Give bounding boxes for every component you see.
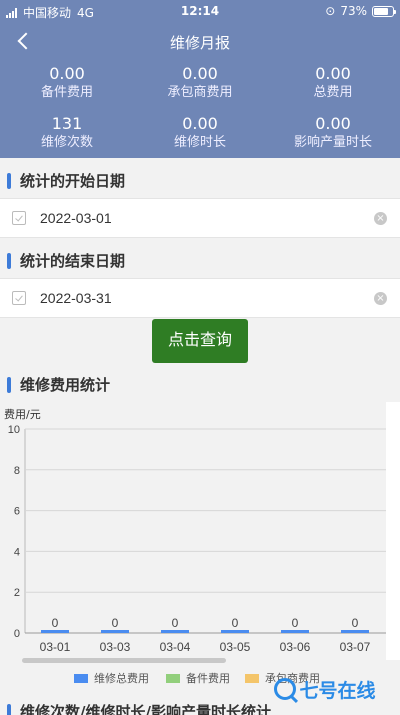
data-label: 0 <box>352 616 359 630</box>
clear-icon[interactable]: × <box>374 292 387 305</box>
stat-parts-cost: 0.00 备件费用 <box>0 64 134 102</box>
bar <box>101 630 129 633</box>
nav-bar: 维修月报 <box>0 26 400 58</box>
legend-swatch <box>166 673 180 683</box>
stat-value: 0.00 <box>315 114 351 133</box>
stat-label: 备件费用 <box>40 85 93 100</box>
page-title: 维修月报 <box>169 34 230 52</box>
legend-swatch <box>74 673 88 683</box>
section-title: 维修次数/维修时长/影响产量时长统计 <box>20 703 271 715</box>
data-label: 0 <box>292 616 299 630</box>
chart-edge <box>386 402 400 660</box>
stat-value: 0.00 <box>182 114 218 133</box>
stat-value: 0.00 <box>49 64 85 83</box>
watermark: 七号在线 <box>250 674 400 704</box>
start-date-field[interactable]: 2022-03-01 × <box>0 198 400 238</box>
stat-label: 承包商费用 <box>167 85 233 100</box>
query-button[interactable]: 点击查询 <box>152 319 248 363</box>
legend-label: 备件费用 <box>186 672 230 685</box>
x-tick-label: 03-04 <box>160 640 191 654</box>
x-tick-label: 03-06 <box>280 640 311 654</box>
stat-value: 0.00 <box>315 64 351 83</box>
y-tick-label: 0 <box>14 628 20 640</box>
section-title: 维修费用统计 <box>20 376 111 394</box>
x-tick-label: 03-05 <box>220 640 251 654</box>
stat-contractor-cost: 0.00 承包商费用 <box>133 64 267 102</box>
y-tick-label: 4 <box>14 546 20 558</box>
cost-chart-heading: 维修费用统计 <box>7 374 110 395</box>
header: 中国移动 4G 12:14 ⊙ 73% 维修月报 0.00 备件费用 0.00 … <box>0 0 400 158</box>
calendar-icon <box>12 211 26 225</box>
stat-total-cost: 0.00 总费用 <box>266 64 400 102</box>
legend-item-parts[interactable]: 备件费用 <box>166 670 230 686</box>
start-date-value[interactable]: 2022-03-01 <box>40 210 112 226</box>
watermark-logo-icon <box>274 678 297 700</box>
data-label: 0 <box>232 616 239 630</box>
bar <box>341 630 369 633</box>
stat-label: 总费用 <box>313 85 353 100</box>
bar <box>41 630 69 633</box>
end-date-field[interactable]: 2022-03-31 × <box>0 278 400 318</box>
section-marker <box>7 376 11 393</box>
cost-chart-svg: 0 2 4 6 8 10 03-01 0 03-03 0 03-04 0 03-05 0 03-06 0 03-… <box>8 424 386 654</box>
clear-icon[interactable]: × <box>374 212 387 225</box>
chart-scrollbar[interactable] <box>22 658 226 663</box>
end-date-value[interactable]: 2022-03-31 <box>40 290 112 306</box>
stat-label: 影响产量时长 <box>293 135 372 150</box>
x-tick-label: 03-03 <box>100 640 131 654</box>
legend-item-total[interactable]: 维修总费用 <box>74 670 149 686</box>
section-marker <box>7 252 11 269</box>
stat-repair-count: 131 维修次数 <box>0 114 134 152</box>
stat-label: 维修次数 <box>40 135 93 150</box>
calendar-icon <box>12 291 26 305</box>
section-marker <box>7 703 11 715</box>
end-date-heading: 统计的结束日期 <box>7 250 125 271</box>
section-title: 统计的开始日期 <box>20 172 126 190</box>
alarm-icon: ⊙ <box>325 4 336 18</box>
bar <box>161 630 189 633</box>
stat-repair-duration: 0.00 维修时长 <box>133 114 267 152</box>
y-tick-label: 6 <box>14 506 20 518</box>
stat-label: 维修时长 <box>173 135 226 150</box>
data-label: 0 <box>52 616 59 630</box>
battery-percent: 73% <box>340 4 367 18</box>
stat-value: 0.00 <box>182 64 218 83</box>
data-label: 0 <box>172 616 179 630</box>
bar <box>281 630 309 633</box>
watermark-text: 七号在线 <box>299 679 376 702</box>
x-tick-label: 03-01 <box>40 640 71 654</box>
start-date-heading: 统计的开始日期 <box>7 170 125 191</box>
stat-production-impact: 0.00 影响产量时长 <box>266 114 400 152</box>
bar <box>221 630 249 633</box>
section-title: 统计的结束日期 <box>20 252 126 270</box>
section-marker <box>7 172 11 189</box>
y-tick-label: 2 <box>14 587 20 599</box>
y-tick-label: 8 <box>14 465 20 477</box>
y-tick-label: 10 <box>8 424 20 436</box>
bottom-chart-heading: 维修次数/维修时长/影响产量时长统计 <box>7 701 271 715</box>
data-label: 0 <box>112 616 119 630</box>
stat-value: 131 <box>51 114 83 133</box>
x-tick-label: 03-07 <box>340 640 371 654</box>
battery-icon <box>372 5 396 17</box>
legend-label: 维修总费用 <box>94 672 149 685</box>
status-bar: 中国移动 4G 12:14 ⊙ 73% <box>0 0 400 22</box>
